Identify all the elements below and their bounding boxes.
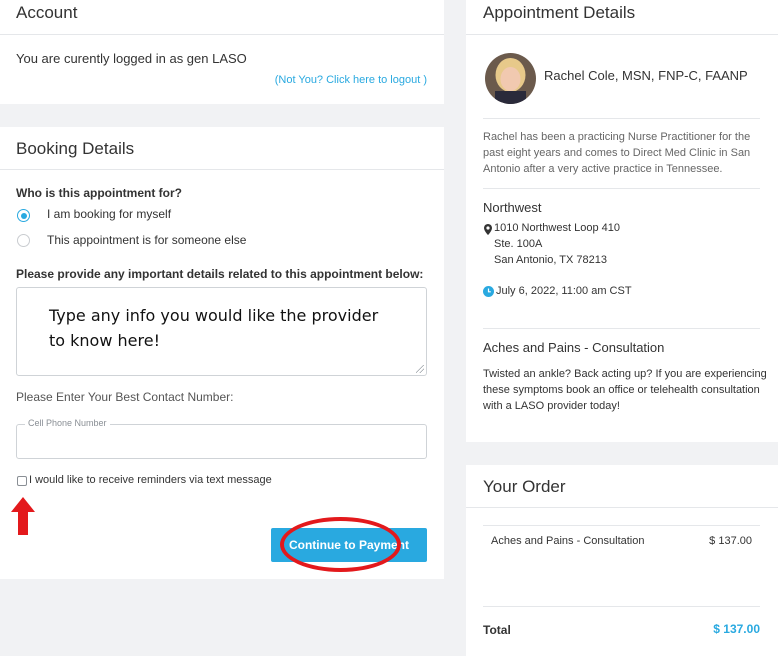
logout-link[interactable]: (Not You? Click here to logout ) — [275, 74, 427, 86]
order-item-price: $ 137.00 — [709, 535, 752, 547]
radio-other-label[interactable]: This appointment is for someone else — [47, 233, 246, 247]
address-line2: Ste. 100A — [494, 238, 543, 250]
booking-title: Booking Details — [16, 139, 135, 158]
radio-self[interactable] — [17, 209, 30, 222]
divider — [483, 188, 760, 189]
location-name: Northwest — [483, 200, 542, 215]
reminder-label[interactable]: I would like to receive reminders via te… — [29, 474, 272, 486]
radio-self-label[interactable]: I am booking for myself — [47, 207, 171, 221]
resize-grip-icon[interactable] — [416, 365, 424, 373]
provider-bio-line3: Antonio after a very active practice in … — [483, 163, 723, 175]
account-card: Account You are curently logged in as ge… — [0, 0, 444, 104]
notes-annotation-line2: to know here! — [49, 331, 160, 350]
service-desc-line3: with a LASO provider today! — [483, 400, 620, 412]
divider — [466, 34, 778, 35]
divider — [483, 525, 760, 526]
order-card: Your Order Aches and Pains - Consultatio… — [466, 465, 778, 656]
clock-icon — [483, 286, 494, 297]
appointment-datetime: July 6, 2022, 11:00 am CST — [496, 285, 632, 297]
notes-annotation-line1: Type any info you would like the provide… — [49, 306, 379, 325]
divider — [483, 606, 760, 607]
red-circle-annotation — [280, 517, 401, 572]
appointment-title: Appointment Details — [483, 3, 636, 22]
booking-card: Booking Details Who is this appointment … — [0, 127, 444, 579]
provider-name: Rachel Cole, MSN, FNP-C, FAANP — [544, 68, 748, 83]
divider — [466, 507, 778, 508]
order-title: Your Order — [483, 477, 566, 496]
appointment-notes-textarea[interactable]: Type any info you would like the provide… — [16, 287, 427, 376]
who-question: Who is this appointment for? — [16, 186, 182, 200]
details-prompt: Please provide any important details rel… — [16, 267, 424, 281]
divider — [483, 118, 760, 119]
reminder-checkbox[interactable] — [17, 476, 27, 486]
radio-other[interactable] — [17, 234, 30, 247]
phone-placeholder: Cell Phone Number — [25, 418, 110, 428]
divider — [0, 169, 444, 170]
provider-bio-line2: past eight years and comes to Direct Med… — [483, 147, 751, 159]
divider — [483, 328, 760, 329]
appointment-card: Appointment Details Rachel Cole, MSN, FN… — [466, 0, 778, 442]
service-desc-line2: these symptoms book an office or telehea… — [483, 384, 760, 396]
red-arrow-annotation — [11, 497, 35, 535]
phone-input[interactable]: Cell Phone Number — [16, 418, 427, 459]
contact-prompt: Please Enter Your Best Contact Number: — [16, 390, 234, 404]
divider — [0, 34, 444, 35]
provider-avatar — [485, 53, 536, 104]
map-pin-icon — [484, 224, 492, 235]
service-desc-line1: Twisted an ankle? Back acting up? If you… — [483, 368, 767, 380]
service-name: Aches and Pains - Consultation — [483, 340, 665, 355]
address-line3: San Antonio, TX 78213 — [494, 254, 607, 266]
address-line1: 1010 Northwest Loop 410 — [494, 222, 620, 234]
provider-bio-line1: Rachel has been a practicing Nurse Pract… — [483, 131, 751, 143]
account-title: Account — [16, 3, 78, 22]
order-item-name: Aches and Pains - Consultation — [491, 535, 645, 547]
order-total-label: Total — [483, 623, 511, 637]
order-total-value: $ 137.00 — [713, 622, 760, 636]
logged-in-text: You are curently logged in as gen LASO — [16, 51, 247, 66]
